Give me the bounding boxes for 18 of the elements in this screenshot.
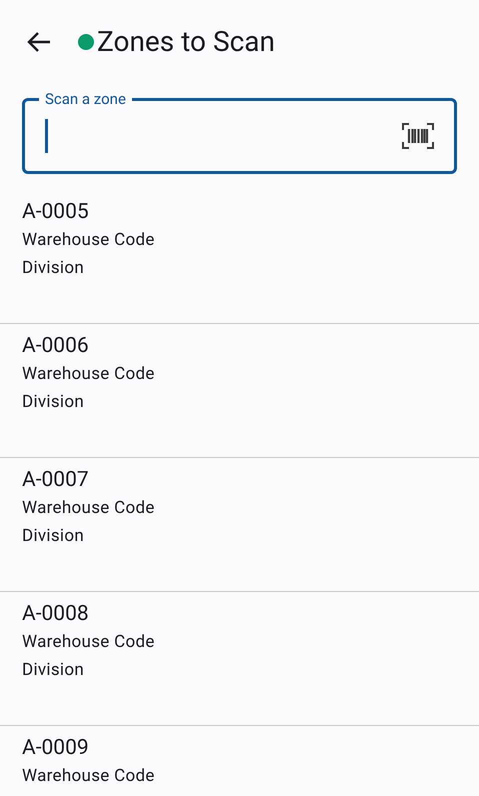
zone-code: A-0006 (22, 333, 89, 360)
text-cursor (45, 119, 48, 153)
zone-detail: Warehouse Code (22, 229, 155, 252)
back-arrow-icon (26, 30, 52, 54)
barcode-icon[interactable] (402, 123, 434, 149)
zone-detail: Division (22, 659, 84, 682)
zone-code: A-0005 (22, 199, 89, 226)
zone-detail: Warehouse Code (22, 363, 155, 386)
zone-detail: Division (22, 391, 84, 414)
zone-detail: Division (22, 525, 84, 548)
zone-code: A-0008 (22, 601, 89, 628)
zone-detail: Warehouse Code (22, 631, 155, 654)
zone-detail: Division (22, 257, 84, 280)
zone-detail: Warehouse Code (22, 497, 155, 520)
page-title: Zones to Scan (97, 25, 275, 59)
zone-detail: Warehouse Code (22, 765, 155, 788)
zone-code: A-0009 (22, 735, 89, 762)
zone-code: A-0007 (22, 467, 89, 494)
